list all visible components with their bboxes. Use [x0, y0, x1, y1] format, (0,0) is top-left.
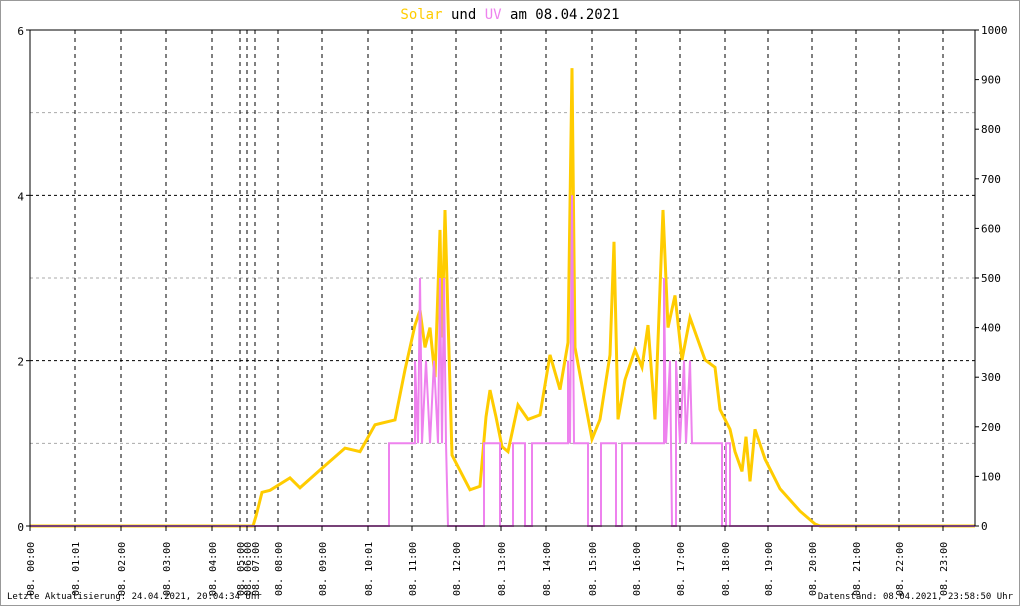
x-tick-label: 08. 02:00: [117, 542, 128, 596]
title-solar: Solar: [400, 7, 442, 23]
y-right-tick-label: 300: [981, 371, 1001, 384]
x-tick-label: 08. 07:00: [251, 542, 262, 596]
x-tick-label: 08. 13:00: [497, 542, 508, 596]
x-tick-label: 08. 10:01: [364, 542, 375, 596]
last-update-text: Letzte Aktualisierung: 24.04.2021, 20:04…: [7, 592, 262, 602]
plot-frame: [29, 29, 976, 527]
x-tick-label: 08. 15:00: [588, 542, 599, 596]
x-tick-label: 08. 11:00: [408, 542, 419, 596]
chart-window: Solar und UV am 08.04.2021 08. 00:00 08. …: [0, 0, 1020, 606]
y-left-tick-label: 0: [17, 521, 24, 534]
x-tick-label: 08. 08:00: [274, 542, 285, 596]
title-uv: UV: [485, 7, 502, 23]
y-right-tick-label: 900: [981, 74, 1001, 87]
solar-uv-chart: Solar und UV am 08.04.2021 08. 00:00 08. …: [17, 7, 1008, 596]
y-right-tick-label: 400: [981, 322, 1001, 335]
title-und: und: [451, 7, 476, 23]
x-tick-label: 08. 16:00: [632, 542, 643, 596]
x-tick-label: 08. 00:00: [26, 542, 37, 596]
y-right-tick-label: 600: [981, 222, 1001, 235]
x-tick-label: 08. 17:00: [676, 542, 687, 596]
series-solar-line: [30, 68, 975, 528]
y-right-tick-label: 0: [981, 520, 988, 533]
y-right-tick-label: 100: [981, 470, 1001, 483]
y-left-tick-label: 6: [17, 25, 24, 38]
series-uv-line: [30, 195, 975, 527]
x-tick-label: 08. 04:00: [208, 542, 219, 596]
x-tick-label: 08. 21:00: [852, 542, 863, 596]
x-tick-label: 08. 23:00: [939, 542, 950, 596]
x-tick-label: 08. 09:00: [318, 542, 329, 596]
x-tick-label: 08. 14:00: [542, 542, 553, 596]
y-right-tick-label: 800: [981, 123, 1001, 136]
x-tick-label: 08. 22:00: [895, 542, 906, 596]
y-left-tick-label: 2: [17, 356, 24, 369]
x-tick-label: 08. 01:01: [71, 542, 82, 596]
title-date: am 08.04.2021: [510, 7, 620, 23]
y-right-tick-label: 700: [981, 173, 1001, 186]
y-right-tick-label: 500: [981, 272, 1001, 285]
x-tick-label: 08. 20:00: [808, 542, 819, 596]
x-tick-label: 08. 12:00: [452, 542, 463, 596]
y-right-tick-label: 200: [981, 421, 1001, 434]
chart-title: Solar und UV am 08.04.2021: [400, 7, 619, 23]
x-tick-label: 08. 19:00: [764, 542, 775, 596]
data-status-text: Datenstand: 08.04.2021, 23:58:50 Uhr: [817, 592, 1013, 602]
y-left-tick-label: 4: [17, 190, 24, 203]
x-tick-label: 08. 18:00: [721, 542, 732, 596]
y-right-tick-label: 1000: [981, 24, 1008, 37]
x-tick-label: 08. 03:00: [162, 542, 173, 596]
